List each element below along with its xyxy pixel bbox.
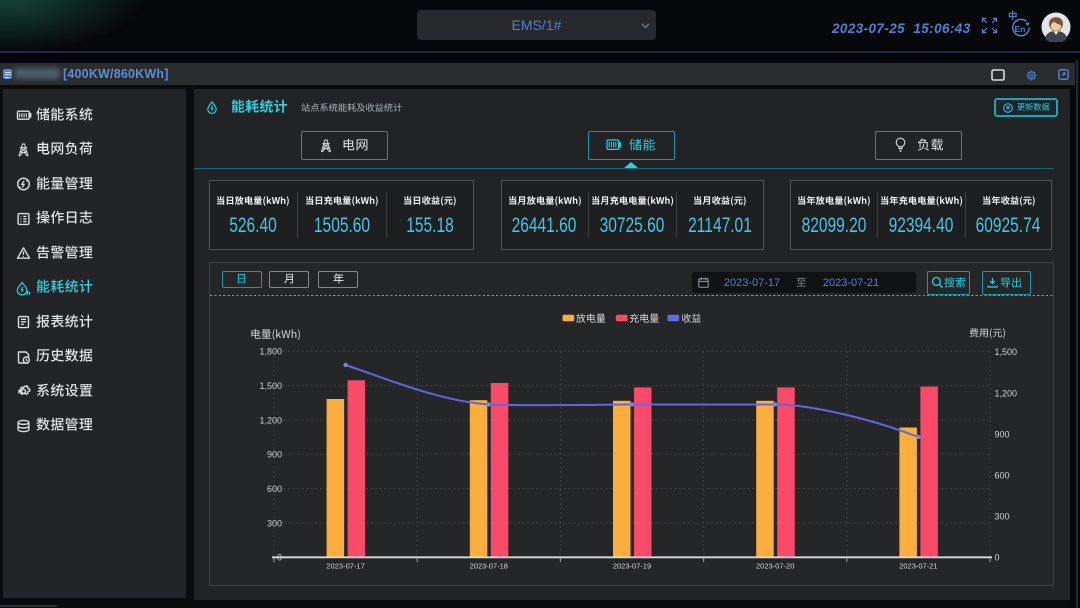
svg-text:2023-07-17: 2023-07-17: [326, 562, 364, 571]
svg-text:0: 0: [995, 553, 1000, 563]
svg-text:300: 300: [267, 518, 282, 528]
svg-text:1,500: 1,500: [259, 381, 282, 391]
svg-text:2023-07-20: 2023-07-20: [756, 562, 794, 571]
svg-text:900: 900: [267, 450, 282, 460]
svg-text:2023-07-18: 2023-07-18: [470, 562, 508, 571]
svg-text:1,200: 1,200: [259, 415, 282, 425]
svg-text:2023-07-19: 2023-07-19: [613, 562, 651, 571]
svg-text:0: 0: [277, 553, 282, 563]
svg-text:1,800: 1,800: [259, 347, 282, 357]
svg-text:600: 600: [267, 484, 282, 494]
svg-text:2023-07-21: 2023-07-21: [899, 562, 937, 571]
svg-text:1,200: 1,200: [995, 388, 1018, 398]
svg-text:600: 600: [995, 470, 1010, 480]
svg-text:1,500: 1,500: [995, 347, 1018, 357]
svg-text:300: 300: [995, 512, 1010, 522]
svg-text:900: 900: [995, 429, 1010, 439]
